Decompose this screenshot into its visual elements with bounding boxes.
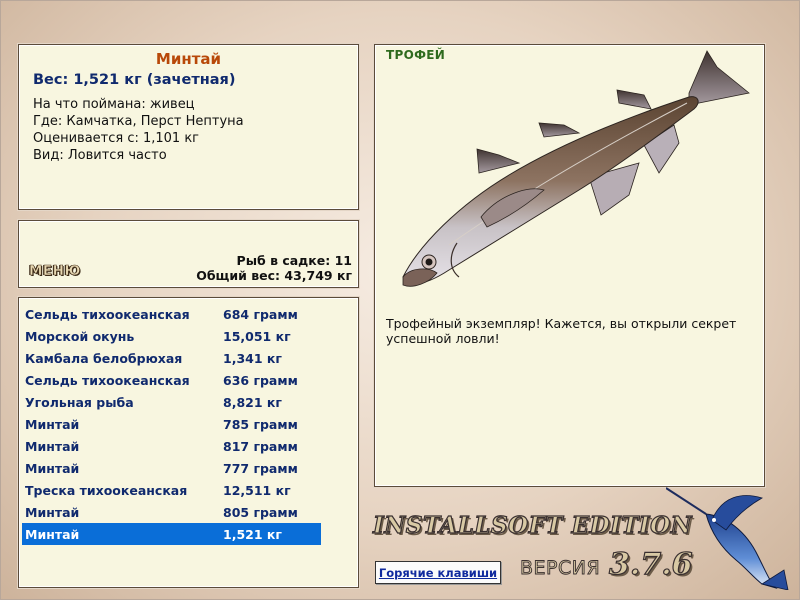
hotkeys-label: Горячие клавиши [378, 565, 498, 580]
marlin-logo-icon [666, 487, 789, 590]
catch-list-row[interactable]: Минтай 777 грамм [22, 457, 321, 479]
keepnet-stats: Рыб в садке: 11 Общий вес: 43,749 кг [196, 253, 352, 283]
fish-name-title: Минтай [155, 50, 222, 68]
catch-fish-weight: 12,511 кг [223, 482, 291, 498]
catch-fish-name: Сельдь тихоокеанская [25, 372, 190, 388]
catch-list-row[interactable]: Минтай 817 грамм [22, 435, 321, 457]
fish-weight: Вес: 1,521 кг (зачетная) [33, 72, 236, 88]
total-weight-text: Общий вес: 43,749 кг [196, 268, 352, 283]
catch-fish-weight: 785 грамм [223, 416, 298, 432]
catch-list-row[interactable]: Морской окунь 15,051 кг [22, 325, 321, 347]
version-label: ВЕРСИЯ [520, 557, 601, 580]
catch-list-row[interactable]: Угольная рыба 8,821 кг [22, 391, 321, 413]
catch-fish-name: Минтай [25, 526, 80, 542]
brand-title: INSTALLSOFT EDITION [372, 511, 693, 539]
catch-fish-name: Минтай [25, 438, 80, 454]
fish-count-text: Рыб в садке: 11 [236, 253, 352, 268]
catch-fish-weight: 8,821 кг [223, 394, 282, 410]
trophy-panel: ТРОФЕЙ Трофейный экземпляр! Кажется, вы … [374, 44, 765, 487]
catch-fish-name: Треска тихоокеанская [25, 482, 188, 498]
catch-fish-name: Сельдь тихоокеанская [25, 306, 190, 322]
fish-details: На что поймана: живец Где: Камчатка, Пер… [33, 96, 244, 164]
catch-fish-name: Минтай [25, 460, 80, 476]
catch-fish-weight: 817 грамм [223, 438, 298, 454]
catch-list-panel: Сельдь тихоокеанская 684 грамм Морской оку… [18, 297, 359, 588]
catch-fish-name: Минтай [25, 504, 80, 520]
keepnet-summary-panel: МЕНЮ Рыб в садке: 11 Общий вес: 43,749 к… [18, 220, 359, 288]
pollock-fish-icon [402, 50, 750, 287]
catch-list: Сельдь тихоокеанская 684 грамм Морской оку… [22, 303, 322, 545]
catch-fish-weight: 805 грамм [223, 504, 298, 520]
trophy-description: Трофейный экземпляр! Кажется, вы открыли… [386, 316, 737, 346]
catch-list-row[interactable]: Сельдь тихоокеанская 684 грамм [22, 303, 321, 325]
catch-fish-name: Минтай [25, 416, 80, 432]
catch-list-row[interactable]: Сельдь тихоокеанская 636 грамм [22, 369, 321, 391]
catch-list-row[interactable]: Минтай 785 грамм [22, 413, 321, 435]
fish-info-panel: Минтай Вес: 1,521 кг (зачетная) На что п… [18, 44, 359, 210]
catch-fish-weight: 15,051 кг [223, 328, 291, 344]
type-text: Вид: Ловится часто [33, 148, 167, 163]
catch-fish-name: Угольная рыба [25, 394, 134, 410]
catch-fish-name: Морской окунь [25, 328, 135, 344]
catch-fish-weight: 777 грамм [223, 460, 298, 476]
catch-list-row[interactable]: Минтай 1,521 кг [22, 523, 321, 545]
menu-button[interactable]: МЕНЮ [29, 263, 81, 280]
catch-fish-weight: 684 грамм [223, 306, 298, 322]
catch-fish-weight: 1,521 кг [223, 526, 282, 542]
catch-fish-name: Камбала белобрюхая [25, 350, 183, 366]
catch-list-row[interactable]: Камбала белобрюхая 1,341 кг [22, 347, 321, 369]
location-text: Где: Камчатка, Перст Нептуна [33, 114, 244, 129]
valued-from-text: Оценивается с: 1,101 кг [33, 131, 200, 146]
hotkeys-button[interactable]: Горячие клавиши [375, 561, 501, 584]
catch-fish-weight: 636 грамм [223, 372, 298, 388]
catch-fish-weight: 1,341 кг [223, 350, 282, 366]
catch-list-row[interactable]: Минтай 805 грамм [22, 501, 321, 523]
bait-text: На что поймана: живец [33, 97, 195, 112]
catch-list-row[interactable]: Треска тихоокеанская 12,511 кг [22, 479, 321, 501]
